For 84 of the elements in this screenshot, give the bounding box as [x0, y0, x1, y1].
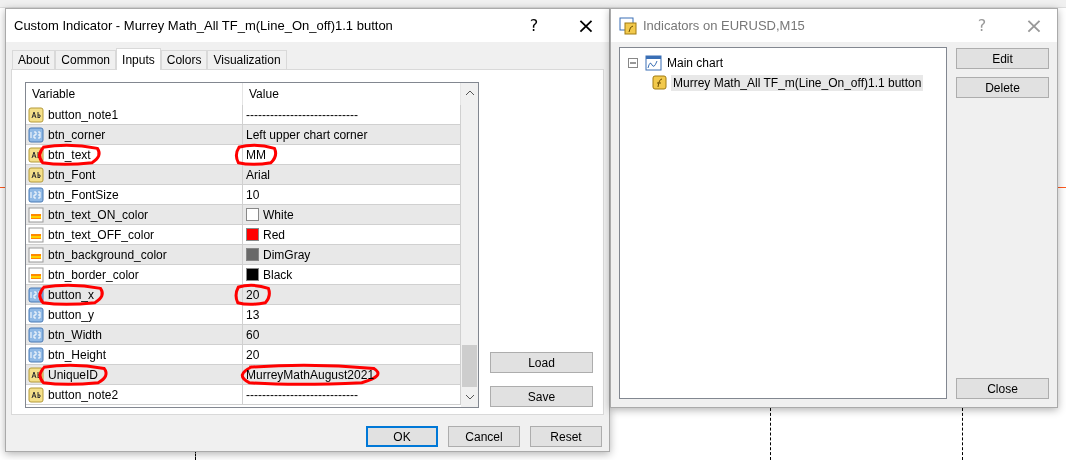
variable-value[interactable]: Black	[263, 267, 293, 282]
table-row[interactable]: btn_FontSize 10	[26, 185, 461, 205]
number-type-icon	[28, 126, 44, 143]
variable-name: btn_Width	[48, 327, 103, 342]
table-row[interactable]: btn_Width 60	[26, 325, 461, 345]
table-row[interactable]: btn_text MM	[26, 145, 461, 165]
tab[interactable]: Common	[55, 50, 117, 69]
side-button[interactable]: Load	[490, 352, 593, 373]
variable-value[interactable]: 20	[246, 287, 260, 302]
variable-value[interactable]: 20	[246, 347, 260, 362]
text-type-icon	[28, 106, 44, 123]
table-row[interactable]: btn_text_OFF_color Red	[26, 225, 461, 245]
variable-value[interactable]: 13	[246, 307, 260, 322]
variable-name: button_note2	[48, 387, 119, 402]
tree-item[interactable]: Main chart	[665, 55, 726, 71]
indicator-icon	[652, 75, 668, 91]
scroll-thumb[interactable]	[462, 345, 477, 387]
close-window-button[interactable]: Close	[956, 378, 1049, 399]
variable-value[interactable]: Red	[263, 227, 285, 242]
variable-name: btn_text_ON_color	[48, 207, 149, 222]
table-row[interactable]: button_y 13	[26, 305, 461, 325]
variable-name: btn_text	[48, 147, 91, 162]
tab[interactable]: About	[12, 50, 56, 69]
indicator-window-icon	[619, 16, 637, 35]
number-type-icon	[28, 346, 44, 363]
variable-value[interactable]: White	[263, 207, 294, 222]
variable-value[interactable]: 60	[246, 327, 260, 342]
help-button[interactable]: ?	[511, 9, 557, 42]
scrollbar[interactable]	[461, 83, 478, 407]
table-row[interactable]: btn_corner Left upper chart corner	[26, 125, 461, 145]
table-row[interactable]: UniqueID MurreyMathAugust2021	[26, 365, 461, 385]
number-type-icon	[28, 306, 44, 323]
variable-name: btn_Font	[48, 167, 96, 182]
number-type-icon	[28, 326, 44, 343]
variable-name: UniqueID	[48, 367, 99, 382]
variable-value[interactable]: DimGray	[263, 247, 311, 262]
side-button[interactable]: Delete	[956, 77, 1049, 98]
color-type-icon	[28, 226, 44, 243]
variable-value[interactable]: 10	[246, 187, 260, 202]
close-button[interactable]: ×	[563, 9, 609, 42]
scroll-up-icon[interactable]	[464, 89, 475, 97]
table-row[interactable]: btn_background_color DimGray	[26, 245, 461, 265]
variable-name: btn_corner	[48, 127, 106, 142]
table-row[interactable]: button_x 20	[26, 285, 461, 305]
scroll-down-icon[interactable]	[464, 393, 475, 401]
tab[interactable]: Colors	[160, 50, 208, 69]
variable-name: btn_border_color	[48, 267, 139, 282]
dialog-button[interactable]: OK	[366, 426, 438, 447]
variable-name: button_x	[48, 287, 95, 302]
collapse-icon[interactable]	[628, 57, 639, 69]
text-type-icon	[28, 386, 44, 403]
dialog-button[interactable]: Cancel	[448, 426, 520, 447]
variable-value[interactable]: ----------------------------	[246, 107, 358, 122]
variable-name: btn_background_color	[48, 247, 167, 262]
table-row[interactable]: btn_text_ON_color White	[26, 205, 461, 225]
number-type-icon	[28, 186, 44, 203]
variable-value[interactable]: MurreyMathAugust2021	[246, 367, 375, 382]
variable-value[interactable]: MM	[246, 147, 266, 162]
window-title: Custom Indicator - Murrey Math_All TF_m(Line_On_off)1.1 button	[14, 18, 394, 33]
variable-name: button_note1	[48, 107, 119, 122]
color-type-icon	[28, 206, 44, 223]
side-button[interactable]: Save	[490, 386, 593, 407]
side-button[interactable]: Edit	[956, 48, 1049, 69]
tab[interactable]: Inputs	[116, 48, 161, 70]
color-type-icon	[28, 246, 44, 263]
variable-name: btn_text_OFF_color	[48, 227, 155, 242]
tab[interactable]: Visualization	[207, 50, 287, 69]
text-type-icon	[28, 166, 44, 183]
window-title: Indicators on EURUSD,M15	[643, 18, 806, 33]
chart-window-icon	[642, 55, 662, 71]
table-row[interactable]: btn_border_color Black	[26, 265, 461, 285]
variable-name: btn_FontSize	[48, 187, 119, 202]
color-type-icon	[28, 266, 44, 283]
variable-value[interactable]: Arial	[246, 167, 270, 182]
variable-name: button_y	[48, 307, 95, 322]
variable-value[interactable]: Left upper chart corner	[246, 127, 368, 142]
table-row[interactable]: button_note1 ----------------------------	[26, 105, 461, 125]
table-row[interactable]: btn_Height 20	[26, 345, 461, 365]
tree-item[interactable]: Murrey Math_All TF_m(Line_On_off)1.1 button	[671, 75, 924, 91]
table-row[interactable]: btn_Font Arial	[26, 165, 461, 185]
dialog-button[interactable]: Reset	[530, 426, 602, 447]
variable-value[interactable]: ----------------------------	[246, 387, 358, 402]
table-row[interactable]: button_note2 ----------------------------	[26, 385, 461, 405]
variable-name: btn_Height	[48, 347, 107, 362]
